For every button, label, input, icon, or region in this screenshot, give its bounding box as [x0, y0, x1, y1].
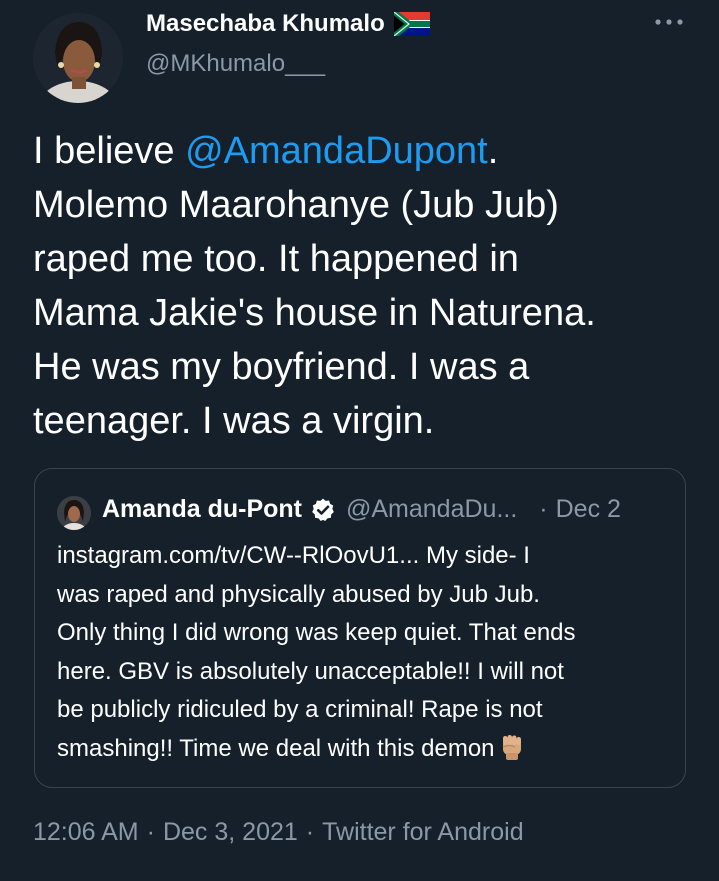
quoted-tweet-line: be publicly ridiculed by a criminal! Rap… — [57, 696, 543, 723]
author-display-name-row[interactable]: Masechaba Khumalo — [146, 10, 430, 38]
author-avatar[interactable] — [33, 13, 123, 103]
avatar-image — [33, 13, 123, 103]
tweet-text-segment: I believe — [33, 130, 186, 172]
avatar-image — [57, 496, 91, 530]
quoted-tweet-line-last: smashing!! Time we deal with this demon — [57, 730, 677, 769]
raised-fist-icon — [502, 734, 521, 760]
tweet-line: Molemo Maarohanye (Jub Jub) — [33, 184, 559, 226]
tweet-text-segment: . — [487, 130, 499, 172]
mention-link[interactable]: @AmandaDupont — [185, 130, 488, 172]
tweet-metadata: 12:06 AM · Dec 3, 2021 · Twitter for Android — [33, 818, 524, 847]
quoted-author-avatar — [57, 496, 91, 530]
separator-dot: · — [146, 818, 155, 846]
tweet-source-link[interactable]: Twitter for Android — [322, 818, 523, 846]
quoted-author-handle: @AmandaDu... — [346, 495, 518, 523]
author-display-name[interactable]: Masechaba Khumalo — [146, 10, 385, 38]
separator-dot: · — [305, 818, 315, 846]
tweet-line: I believe @AmandaDupont. — [33, 124, 713, 178]
quoted-tweet-card[interactable]: Amanda du-Pont @AmandaDu... · Dec 2 inst… — [34, 468, 686, 788]
tweet-date[interactable]: Dec 3, 2021 — [163, 818, 298, 846]
separator-dot: · — [539, 495, 548, 523]
quoted-tweet-text: instagram.com/tv/CW--RlOovU1... My side-… — [57, 537, 677, 768]
tweet-line: He was my boyfriend. I was a — [33, 346, 530, 388]
quoted-author-name: Amanda du-Pont — [102, 495, 302, 523]
verified-badge-icon — [312, 498, 334, 521]
quoted-tweet-header: Amanda du-Pont @AmandaDu... · Dec 2 — [102, 495, 621, 524]
tweet-text: I believe @AmandaDupont. Molemo Maarohan… — [33, 124, 713, 448]
south-africa-flag-icon — [393, 12, 430, 36]
more-horizontal-icon — [655, 19, 683, 25]
quoted-tweet-line: here. GBV is absolutely unacceptable!! I… — [57, 657, 564, 685]
author-handle[interactable]: @MKhumalo___ — [146, 50, 325, 78]
quoted-tweet-line: instagram.com/tv/CW--RlOovU1... My side-… — [57, 542, 530, 569]
quoted-tweet-line: was raped and physically abused by Jub J… — [57, 580, 540, 608]
quoted-tweet-date: Dec 2 — [555, 495, 621, 523]
tweet-line: Mama Jakie's house in Naturena. — [33, 292, 596, 334]
quoted-tweet-line-text: smashing!! Time we deal with this demon — [57, 734, 495, 762]
tweet-line: raped me too. It happened in — [33, 238, 519, 280]
tweet-line: teenager. I was a virgin. — [33, 400, 435, 442]
tweet-time[interactable]: 12:06 AM — [33, 818, 139, 846]
quoted-tweet-line: Only thing I did wrong was keep quiet. T… — [57, 619, 576, 646]
more-options-button[interactable] — [649, 8, 689, 36]
